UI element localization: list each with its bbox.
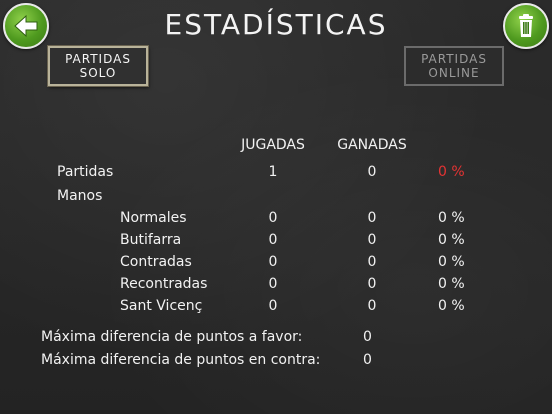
column-header-jugadas: JUGADAS bbox=[241, 137, 305, 153]
row-label-contradas: Contradas bbox=[120, 254, 192, 270]
recontradas-percent-value: 0 % bbox=[438, 276, 465, 292]
contradas-ganadas-value: 0 bbox=[367, 254, 377, 270]
normales-jugadas-value: 0 bbox=[268, 210, 278, 226]
contradas-jugadas-value: 0 bbox=[268, 254, 278, 270]
sant-vicenc-jugadas-value: 0 bbox=[268, 298, 278, 314]
row-label-normales: Normales bbox=[120, 210, 187, 226]
delete-stats-button[interactable] bbox=[503, 3, 549, 49]
tab-partidas-online[interactable]: PARTIDAS ONLINE bbox=[404, 46, 504, 86]
normales-percent-value: 0 % bbox=[438, 210, 465, 226]
tab-partidas-solo[interactable]: PARTIDAS SOLO bbox=[48, 46, 148, 86]
recontradas-ganadas-value: 0 bbox=[367, 276, 377, 292]
butifarra-jugadas-value: 0 bbox=[268, 232, 278, 248]
partidas-percent-value: 0 % bbox=[438, 164, 465, 180]
partidas-jugadas-value: 1 bbox=[268, 164, 278, 180]
column-header-ganadas: GANADAS bbox=[337, 137, 407, 153]
sant-vicenc-percent-value: 0 % bbox=[438, 298, 465, 314]
max-contra-value: 0 bbox=[363, 352, 372, 368]
sant-vicenc-ganadas-value: 0 bbox=[367, 298, 377, 314]
row-label-butifarra: Butifarra bbox=[120, 232, 182, 248]
butifarra-percent-value: 0 % bbox=[438, 232, 465, 248]
partidas-ganadas-value: 0 bbox=[367, 164, 377, 180]
max-contra-label: Máxima diferencia de puntos en contra: bbox=[41, 352, 321, 368]
max-favor-value: 0 bbox=[363, 329, 372, 345]
row-label-recontradas: Recontradas bbox=[120, 276, 208, 292]
row-label-manos: Manos bbox=[57, 188, 103, 204]
row-label-sant-vicenc: Sant Vicenç bbox=[120, 298, 203, 314]
max-favor-label: Máxima diferencia de puntos a favor: bbox=[41, 329, 303, 345]
row-label-partidas: Partidas bbox=[57, 164, 114, 180]
butifarra-ganadas-value: 0 bbox=[367, 232, 377, 248]
page-title: ESTADÍSTICAS bbox=[164, 8, 388, 41]
contradas-percent-value: 0 % bbox=[438, 254, 465, 270]
recontradas-jugadas-value: 0 bbox=[268, 276, 278, 292]
trash-icon bbox=[519, 14, 533, 37]
normales-ganadas-value: 0 bbox=[367, 210, 377, 226]
